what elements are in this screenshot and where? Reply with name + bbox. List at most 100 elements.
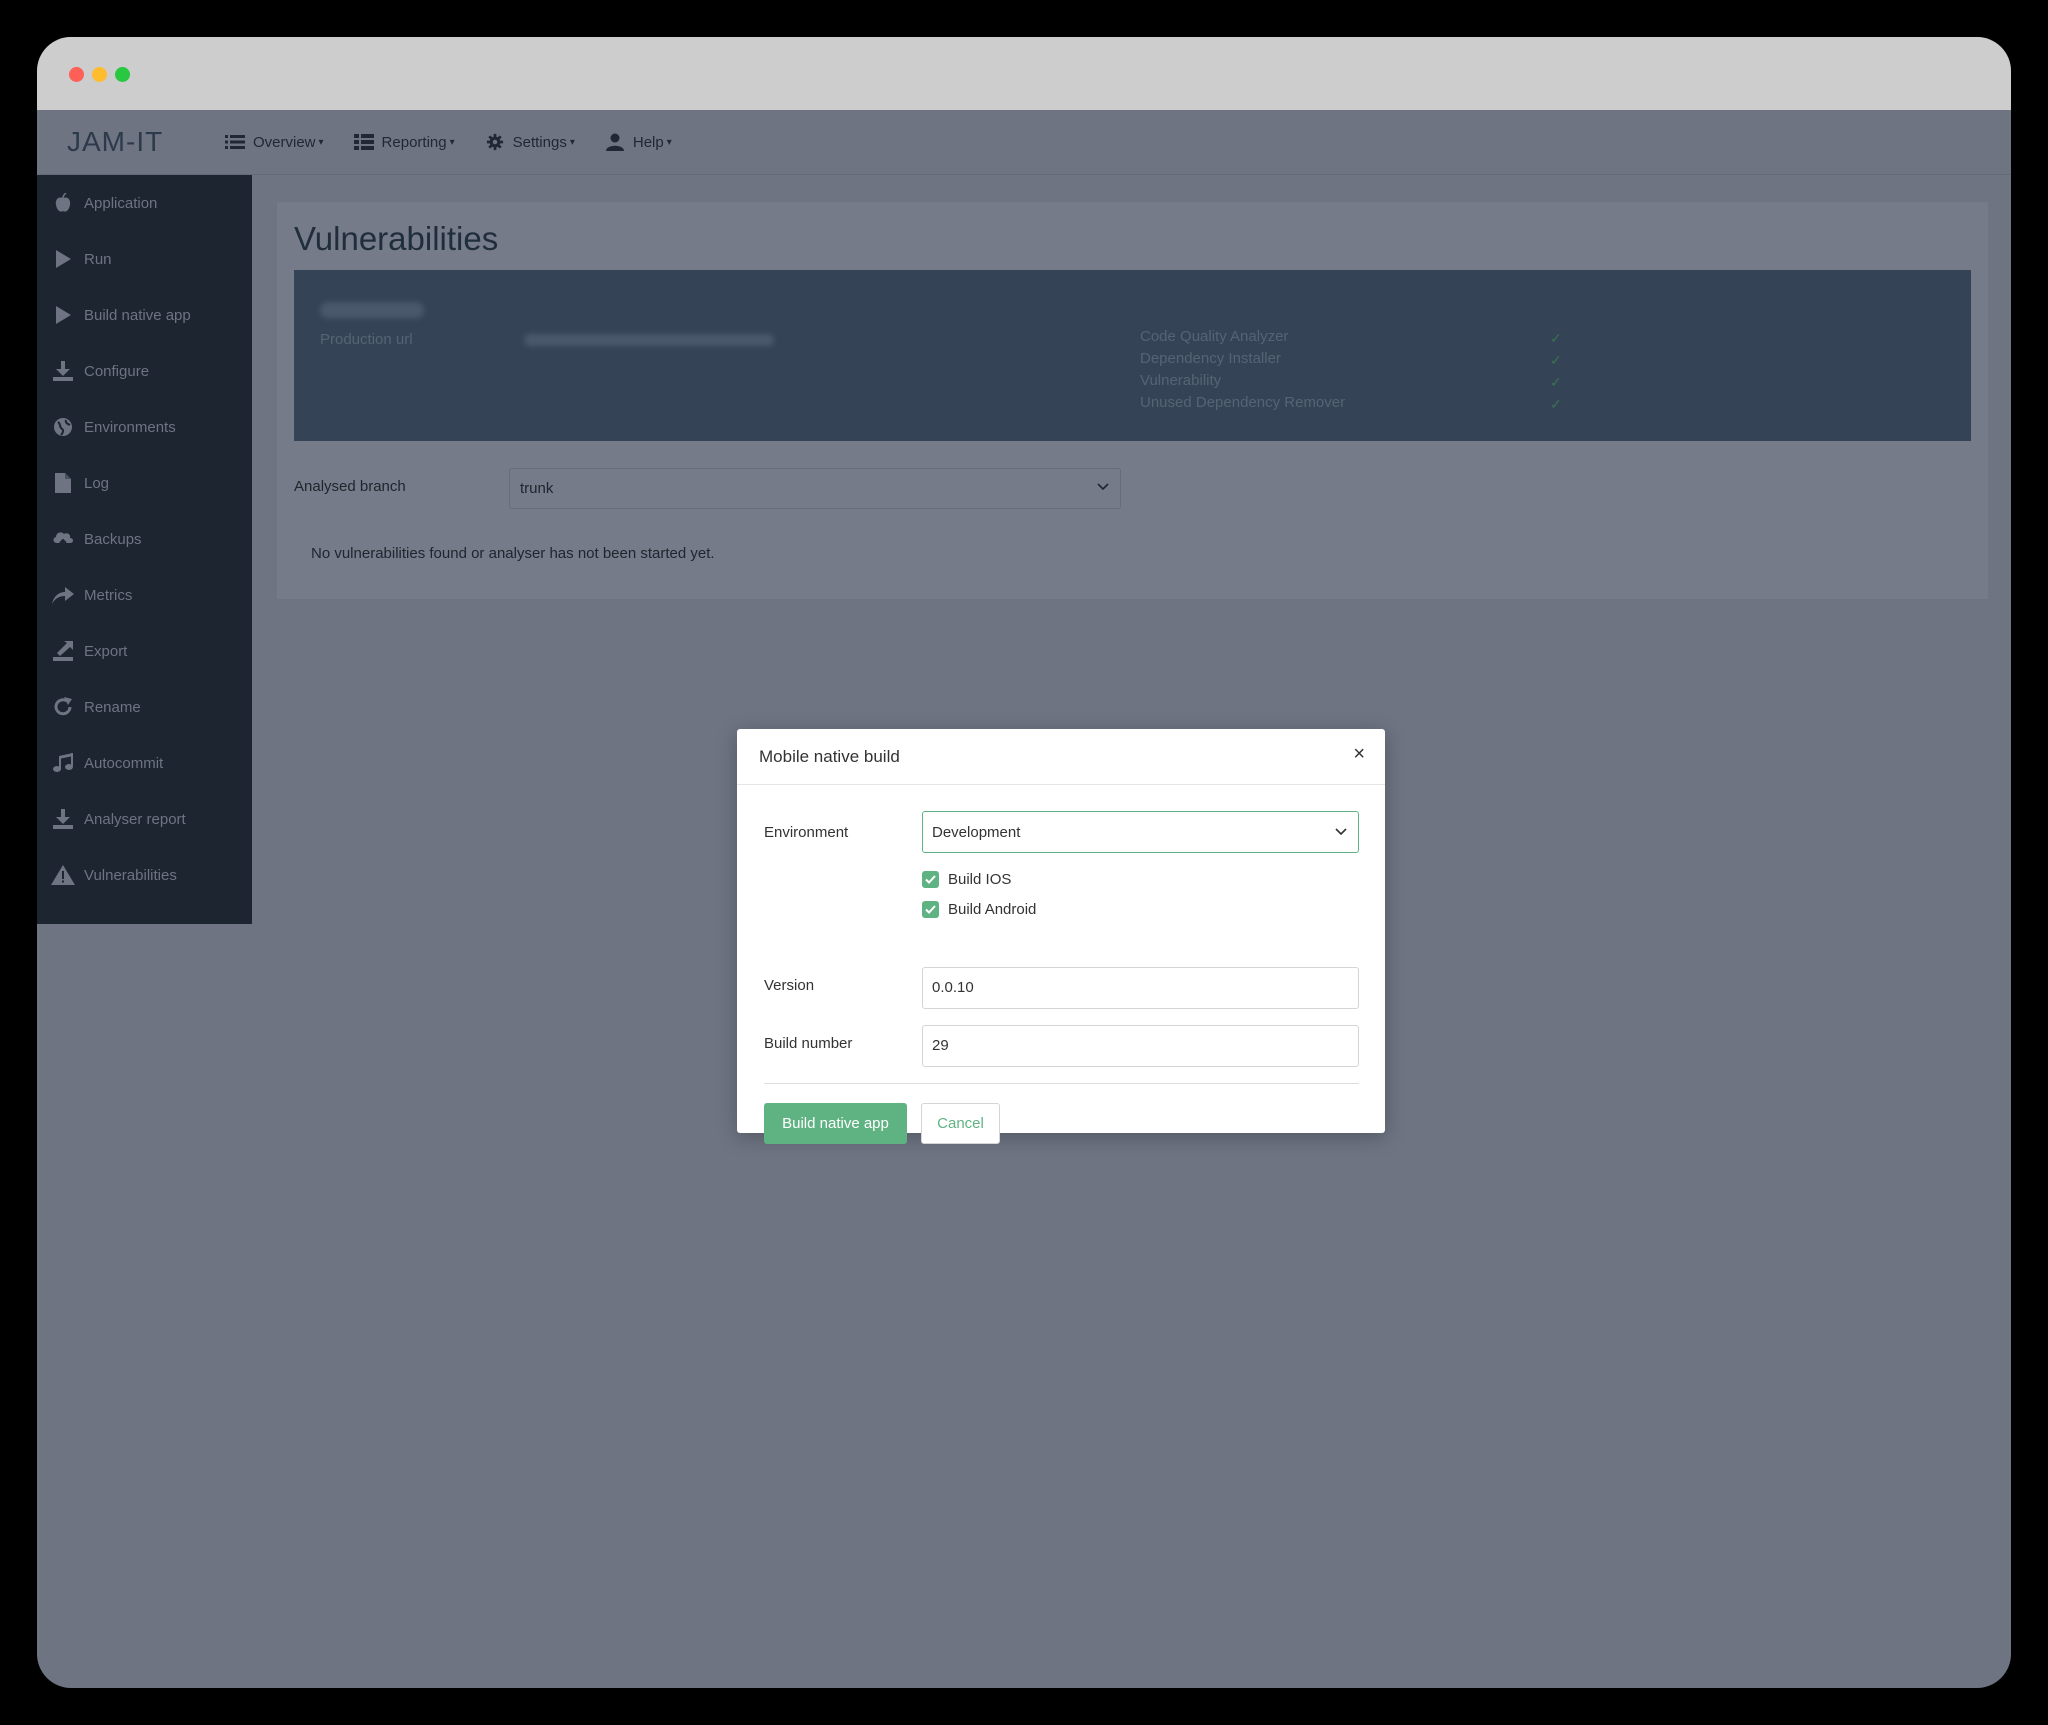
sidebar-item-autocommit[interactable]: Autocommit (37, 735, 252, 791)
build-ios-label: Build IOS (948, 871, 1012, 888)
chevron-down-icon (1334, 825, 1348, 839)
sidebar-item-build-native-app[interactable]: Build native app (37, 287, 252, 343)
user-icon (605, 133, 625, 151)
brand-logo[interactable]: JAM-IT (67, 126, 195, 158)
sidebar-item-log[interactable]: Log (37, 455, 252, 511)
play-icon (51, 249, 75, 269)
refresh-icon (51, 697, 75, 717)
build-android-option[interactable]: Build Android (922, 901, 1036, 918)
environment-value: Development (932, 824, 1021, 841)
sidebar-item-metrics[interactable]: Metrics (37, 567, 252, 623)
gear-icon (485, 133, 505, 151)
sidebar-item-label: Run (84, 250, 112, 268)
version-input[interactable]: 0.0.10 (922, 967, 1359, 1009)
build-ios-checkbox[interactable] (922, 871, 939, 888)
sidebar-item-backups[interactable]: Backups (37, 511, 252, 567)
chevron-down-icon: ▾ (569, 136, 575, 148)
environment-label: Environment (764, 824, 849, 841)
chevron-down-icon (1096, 480, 1110, 494)
nav-help-label: Help (632, 133, 664, 151)
checkmark-icon: ✓ (1550, 396, 1562, 412)
build-android-label: Build Android (948, 901, 1037, 918)
zoom-window-button[interactable] (115, 67, 130, 82)
chevron-down-icon: ▾ (449, 136, 455, 148)
sidebar-item-application[interactable]: Application (37, 175, 252, 231)
minimize-window-button[interactable] (92, 67, 107, 82)
analysed-branch-select[interactable]: trunk (509, 468, 1121, 509)
table-icon (353, 133, 374, 151)
apple-icon (51, 193, 75, 213)
close-window-button[interactable] (69, 67, 84, 82)
service-checks: Code Quality Analyzer ✓ Dependency Insta… (1140, 328, 1562, 416)
sidebar-item-label: Environments (84, 418, 176, 436)
sidebar-item-configure[interactable]: Configure (37, 343, 252, 399)
sidebar-item-label: Application (84, 194, 158, 212)
check-label: Unused Dependency Remover (1140, 394, 1346, 411)
chevron-down-icon: ▾ (318, 136, 324, 148)
sidebar-item-label: Backups (84, 530, 142, 548)
check-row: Dependency Installer ✓ (1140, 350, 1562, 372)
export-icon (51, 641, 75, 661)
checkmark-icon: ✓ (1550, 374, 1562, 390)
build-number-label: Build number (764, 1035, 853, 1052)
sidebar-item-label: Configure (84, 362, 150, 380)
dialog-divider (764, 1083, 1359, 1084)
close-icon[interactable]: × (1353, 743, 1365, 766)
download-icon (51, 361, 75, 381)
nav-reporting[interactable]: Reporting ▾ (353, 133, 455, 151)
check-row: Code Quality Analyzer ✓ (1140, 328, 1562, 350)
globe-icon (51, 417, 75, 437)
check-label: Code Quality Analyzer (1140, 328, 1289, 345)
build-number-input[interactable]: 29 (922, 1025, 1359, 1067)
environment-select[interactable]: Development (922, 811, 1359, 853)
cancel-button[interactable]: Cancel (921, 1103, 1000, 1144)
window-titlebar (37, 37, 2011, 110)
dialog-title: Mobile native build (759, 747, 900, 766)
check-row: Unused Dependency Remover ✓ (1140, 394, 1562, 416)
nav-settings[interactable]: Settings ▾ (485, 133, 575, 151)
sidebar-item-environments[interactable]: Environments (37, 399, 252, 455)
chevron-down-icon: ▾ (666, 136, 672, 148)
list-icon (225, 133, 245, 151)
redacted-production-url (524, 334, 774, 346)
download-icon (51, 809, 75, 829)
sidebar-item-label: Build native app (84, 306, 191, 324)
cloud-upload-icon (51, 529, 75, 549)
share-arrow-icon (51, 585, 75, 605)
sidebar-item-vulnerabilities[interactable]: Vulnerabilities (37, 847, 252, 903)
warning-icon (51, 865, 75, 885)
sidebar-item-label: Export (84, 642, 128, 660)
check-row: Vulnerability ✓ (1140, 372, 1562, 394)
play-icon (51, 305, 75, 325)
sidebar-item-analyser-report[interactable]: Analyser report (37, 791, 252, 847)
check-label: Vulnerability (1140, 372, 1222, 389)
build-android-checkbox[interactable] (922, 901, 939, 918)
nav-settings-label: Settings (512, 133, 567, 151)
sidebar-item-label: Metrics (84, 586, 133, 604)
sidebar-item-rename[interactable]: Rename (37, 679, 252, 735)
version-label: Version (764, 977, 815, 994)
sidebar: Application Run Build native app Configu… (37, 175, 252, 924)
nav-reporting-label: Reporting (381, 133, 447, 151)
build-ios-option[interactable]: Build IOS (922, 871, 1011, 888)
page-title: Vulnerabilities (294, 220, 499, 257)
production-url-label: Production url (320, 331, 413, 348)
analysed-branch-value: trunk (520, 480, 554, 497)
analysed-branch-label: Analysed branch (294, 478, 406, 495)
app-window: JAM-IT Overview ▾ Reporting ▾ Settings ▾ (37, 37, 2011, 1688)
sidebar-item-label: Autocommit (84, 754, 164, 772)
application-banner: Production url Code Quality Analyzer ✓ D… (294, 270, 1971, 441)
dialog-header: Mobile native build × (737, 729, 1385, 785)
nav-overview[interactable]: Overview ▾ (225, 133, 324, 151)
top-navbar: JAM-IT Overview ▾ Reporting ▾ Settings ▾ (37, 110, 2011, 175)
build-native-app-button[interactable]: Build native app (764, 1103, 907, 1144)
checkmark-icon: ✓ (1550, 352, 1562, 368)
nav-help[interactable]: Help ▾ (605, 133, 672, 151)
sidebar-item-label: Rename (84, 698, 141, 716)
sidebar-item-export[interactable]: Export (37, 623, 252, 679)
sidebar-item-label: Log (84, 474, 110, 492)
check-label: Dependency Installer (1140, 350, 1281, 367)
main-content: Vulnerabilities Production url Code Qual… (277, 202, 1988, 599)
sidebar-item-label: Analyser report (84, 810, 186, 828)
sidebar-item-run[interactable]: Run (37, 231, 252, 287)
